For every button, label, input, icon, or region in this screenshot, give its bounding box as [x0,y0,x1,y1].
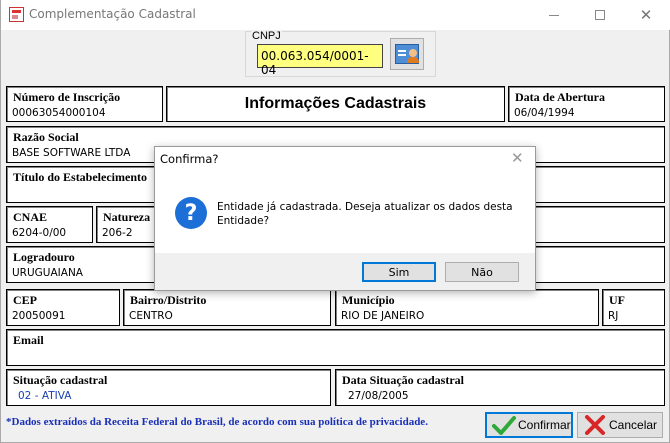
razao-social-value: BASE SOFTWARE LTDA [12,147,131,159]
cnpj-input[interactable]: 00.063.054/0001-04 [257,44,383,77]
maximize-button[interactable] [577,0,623,30]
bairro-value: CENTRO [129,310,173,322]
title-bar: Complementação Cadastral ✕ [1,0,670,30]
logradouro-value: URUGUAIANA [12,267,83,279]
data-abertura-field: Data de Abertura 06/04/1994 [508,86,665,122]
data-situacao-field: Data Situação cadastral 27/08/2005 [335,369,665,406]
cancel-button[interactable]: Cancelar [577,412,663,438]
municipio-field: Município RIO DE JANEIRO [335,289,599,326]
window-title: Complementação Cadastral [29,7,196,21]
municipio-value: RIO DE JANEIRO [341,310,425,322]
page-title-box: Informações Cadastrais [166,86,505,122]
dialog-title: Confirma? [160,152,219,166]
municipio-label: Município [342,293,395,307]
complementacao-window: Complementação Cadastral ✕ CNPJ 00.063.0… [0,0,670,443]
email-label: Email [13,333,44,347]
logradouro-label: Logradouro [13,250,75,264]
page-title: Informações Cadastrais [244,95,427,112]
dialog-yes-button[interactable]: Sim [362,262,436,282]
situacao-value: 02 - ATIVA [18,390,72,402]
minimize-icon [549,14,559,16]
situacao-label: Situação cadastral [13,373,108,387]
app-form-icon [9,7,24,22]
cnpj-label: CNPJ [251,30,282,42]
dialog-no-button[interactable]: Não [445,262,519,282]
cnpj-lookup-button[interactable] [390,38,424,70]
question-icon: ? [175,197,207,229]
checkmark-icon [492,415,516,435]
natureza-value: 206-2 [102,227,133,239]
maximize-icon [595,10,605,20]
confirm-button[interactable]: Confirmar [485,412,573,438]
dialog-footer: Sim Não [155,253,535,290]
bairro-field: Bairro/Distrito CENTRO [123,289,331,326]
data-situacao-value: 27/08/2005 [348,390,409,402]
natureza-label: Natureza [103,210,151,224]
razao-social-label: Razão Social [13,130,79,144]
id-card-icon [395,44,419,64]
minimize-button[interactable] [531,0,577,30]
titulo-estabelecimento-label: Título do Estabelecimento [13,170,147,184]
cancel-x-icon [583,415,607,435]
cnae-value: 6204-0/00 [12,227,67,239]
close-button[interactable]: ✕ [623,0,669,30]
email-field: Email [6,329,665,366]
cnae-field: CNAE 6204-0/00 [6,206,93,243]
cep-value: 20050091 [12,310,66,322]
uf-label: UF [609,293,625,307]
privacy-notice: *Dados extraídos da Receita Federal do B… [6,416,428,428]
data-abertura-label: Data de Abertura [515,90,605,104]
cep-field: CEP 20050091 [6,289,120,326]
numero-inscricao-value: 00063054000104 [12,107,106,119]
cep-label: CEP [13,293,37,307]
confirm-label: Confirmar [518,418,571,432]
dialog-close-icon[interactable]: ✕ [511,149,524,167]
data-abertura-value: 06/04/1994 [514,107,575,119]
cancel-label: Cancelar [609,418,658,432]
confirm-dialog: Confirma? ✕ ? Entidade já cadastrada. De… [154,146,536,291]
data-situacao-label: Data Situação cadastral [342,373,464,387]
uf-value: RJ [608,310,619,322]
numero-inscricao-label: Número de Inscrição [13,90,121,104]
situacao-field: Situação cadastral 02 - ATIVA [6,369,331,406]
close-icon: ✕ [639,5,653,24]
dialog-message: Entidade já cadastrada. Deseja atualizar… [217,201,513,227]
numero-inscricao-field: Número de Inscrição 00063054000104 [6,86,163,122]
bairro-label: Bairro/Distrito [130,293,207,307]
cnae-label: CNAE [13,210,48,224]
uf-field: UF RJ [602,289,665,326]
